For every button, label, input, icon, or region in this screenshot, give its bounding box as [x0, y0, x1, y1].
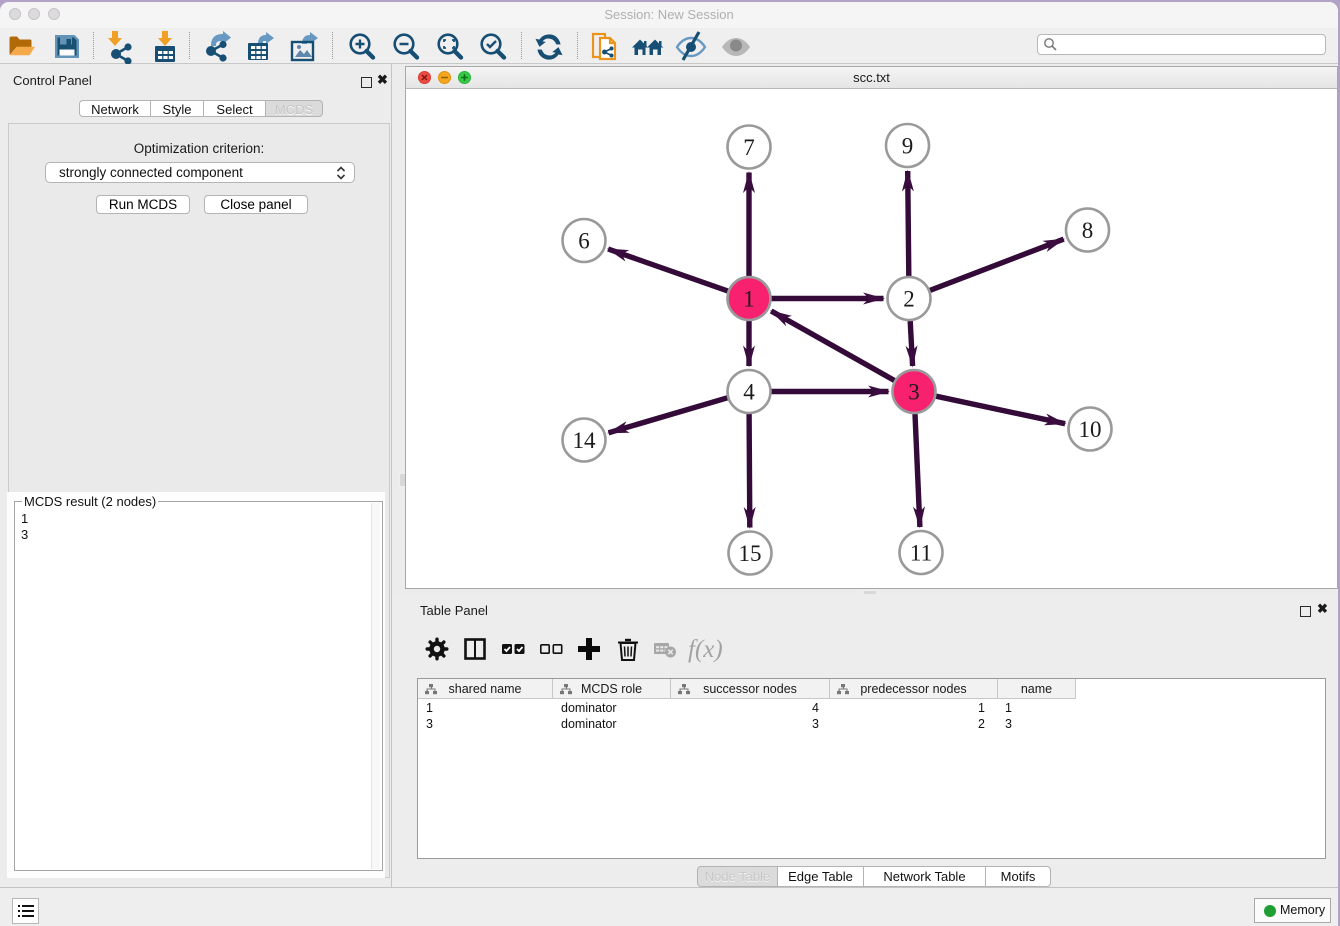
svg-text:11: 11 [910, 541, 932, 566]
svg-text:8: 8 [1082, 218, 1094, 243]
svg-text:3: 3 [908, 380, 920, 405]
svg-text:4: 4 [743, 380, 755, 405]
svg-text:14: 14 [573, 428, 597, 453]
svg-text:7: 7 [743, 135, 755, 160]
svg-text:9: 9 [902, 134, 914, 159]
svg-text:15: 15 [739, 541, 762, 566]
svg-text:2: 2 [903, 287, 915, 312]
svg-text:6: 6 [578, 229, 590, 254]
svg-text:10: 10 [1079, 417, 1102, 442]
svg-text:1: 1 [743, 287, 755, 312]
